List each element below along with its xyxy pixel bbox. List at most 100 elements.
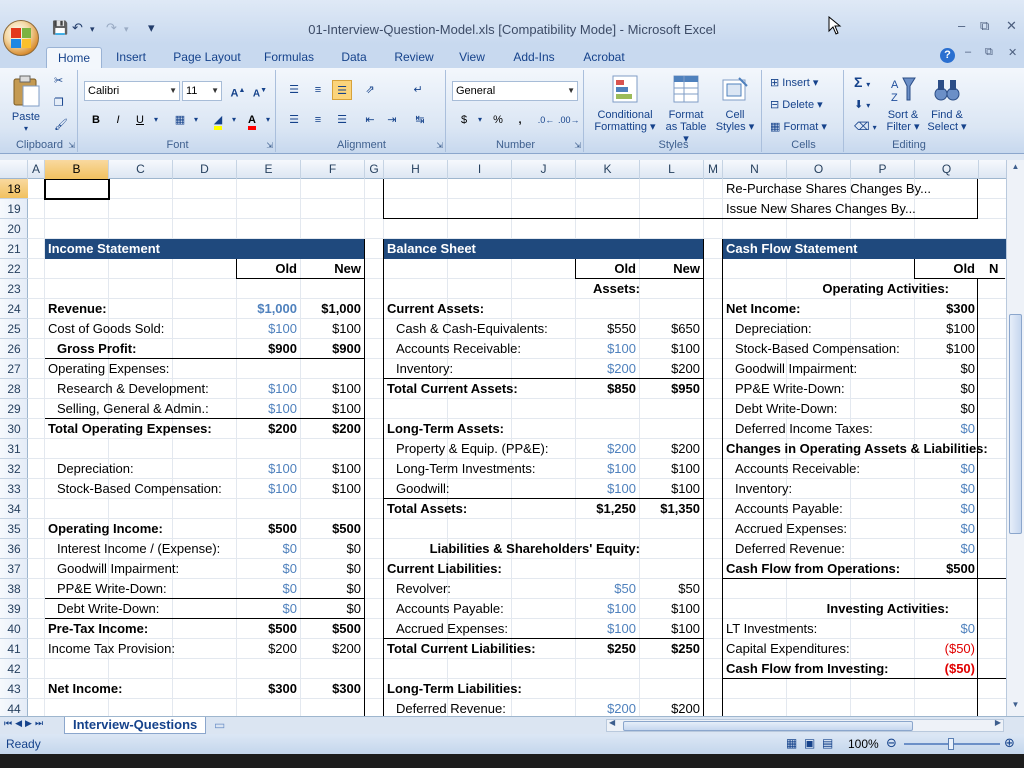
row-header-18[interactable]: 18 (0, 179, 28, 199)
zoom-in-icon[interactable]: ⊕ (1004, 735, 1015, 751)
bold-button[interactable]: B (86, 110, 106, 130)
ribbon-restore-button[interactable]: ⧉ (985, 46, 993, 59)
format-as-table-button[interactable]: Format as Table ▾ (662, 74, 710, 145)
minimize-button[interactable]: – (958, 18, 965, 33)
fill-button[interactable]: ⬇ ▾ (854, 98, 870, 111)
column-header-h[interactable]: H (384, 160, 448, 179)
row-header-42[interactable]: 42 (0, 659, 28, 679)
tab-add-ins[interactable]: Add-Ins (508, 47, 560, 68)
number-format-combo[interactable]: General ▼ (452, 81, 578, 101)
help-icon[interactable]: ? (940, 48, 955, 63)
row-header-19[interactable]: 19 (0, 199, 28, 219)
row-header-32[interactable]: 32 (0, 459, 28, 479)
row-header-39[interactable]: 39 (0, 599, 28, 619)
format-cells-button[interactable]: ▦ Format ▾ (770, 120, 827, 133)
row-header-40[interactable]: 40 (0, 619, 28, 639)
row-header-26[interactable]: 26 (0, 339, 28, 359)
row-header-29[interactable]: 29 (0, 399, 28, 419)
close-button[interactable]: ✕ (1006, 18, 1017, 34)
column-header-o[interactable]: O (787, 160, 851, 179)
zoom-out-icon[interactable]: ⊖ (886, 735, 897, 751)
tab-view[interactable]: View (454, 47, 490, 68)
zoom-slider-thumb[interactable] (948, 738, 954, 750)
tab-acrobat[interactable]: Acrobat (576, 47, 632, 68)
tab-data[interactable]: Data (334, 47, 374, 68)
zoom-level[interactable]: 100% (848, 737, 879, 751)
row-header-25[interactable]: 25 (0, 319, 28, 339)
cell-styles-button[interactable]: Cell Styles ▾ (712, 74, 758, 133)
row-header-20[interactable]: 20 (0, 219, 28, 239)
select-all-corner[interactable] (0, 160, 28, 179)
row-header-35[interactable]: 35 (0, 519, 28, 539)
column-header-l[interactable]: L (640, 160, 704, 179)
decrease-decimal-icon[interactable]: .00→ (558, 110, 580, 130)
autosum-button[interactable]: Σ ▾ (854, 74, 870, 90)
align-left-icon[interactable]: ☰ (284, 110, 304, 130)
font-name-combo[interactable]: Calibri ▼ (84, 81, 180, 101)
font-launcher-icon[interactable]: ⇲ (266, 141, 273, 150)
align-middle-icon[interactable]: ≡ (308, 80, 328, 100)
comma-button[interactable]: , (510, 110, 530, 130)
tab-page-layout[interactable]: Page Layout (168, 47, 246, 68)
column-header-e[interactable]: E (237, 160, 301, 179)
number-launcher-icon[interactable]: ⇲ (574, 141, 581, 150)
column-header-m[interactable]: M (704, 160, 723, 179)
align-right-icon[interactable]: ☰ (332, 110, 352, 130)
merge-center-icon[interactable]: ↹ (410, 110, 430, 130)
horizontal-scroll-thumb[interactable] (623, 721, 913, 731)
column-header-k[interactable]: K (576, 160, 640, 179)
wrap-text-icon[interactable]: ↵ (408, 80, 428, 100)
row-header-31[interactable]: 31 (0, 439, 28, 459)
conditional-formatting-button[interactable]: Conditional Formatting ▾ (592, 74, 658, 133)
row-header-24[interactable]: 24 (0, 299, 28, 319)
ribbon-minimize-button[interactable]: – (965, 46, 971, 58)
row-header-33[interactable]: 33 (0, 479, 28, 499)
sheet-tab-interview-questions[interactable]: Interview-Questions (64, 717, 207, 734)
align-top-icon[interactable]: ☰ (284, 80, 304, 100)
column-header-f[interactable]: F (301, 160, 365, 179)
clear-button[interactable]: ⌫ ▾ (854, 120, 877, 133)
copy-icon[interactable]: ❐ (54, 96, 64, 109)
increase-decimal-icon[interactable]: .0← (536, 110, 556, 130)
percent-button[interactable]: % (488, 110, 508, 130)
row-header-34[interactable]: 34 (0, 499, 28, 519)
font-color-dropdown-icon[interactable]: ▾ (258, 110, 278, 130)
sheet-nav-icons[interactable]: ⏮◀▶⏭ (4, 718, 46, 729)
column-header-q[interactable]: Q (915, 160, 979, 179)
borders-dropdown-icon[interactable]: ▾ (186, 110, 206, 130)
tab-formulas[interactable]: Formulas (258, 47, 320, 68)
page-layout-view-icon[interactable]: ▣ (804, 736, 815, 750)
sort-filter-button[interactable]: AZ Sort & Filter ▾ (882, 74, 924, 133)
column-header-i[interactable]: I (448, 160, 512, 179)
format-painter-icon[interactable]: 🖌 (54, 118, 68, 131)
column-header-c[interactable]: C (109, 160, 173, 179)
shrink-font-icon[interactable]: A▼ (250, 81, 270, 101)
column-header-n[interactable]: N (723, 160, 787, 179)
delete-cells-button[interactable]: ⊟ Delete ▾ (770, 98, 823, 111)
scroll-left-icon[interactable]: ◀ (609, 718, 615, 727)
vertical-scrollbar[interactable]: ▲ ▼ (1006, 160, 1024, 716)
italic-button[interactable]: I (108, 110, 128, 130)
tab-review[interactable]: Review (388, 47, 440, 68)
clipboard-launcher-icon[interactable]: ⇲ (68, 141, 75, 150)
row-header-23[interactable]: 23 (0, 279, 28, 299)
column-header-d[interactable]: D (173, 160, 237, 179)
tab-insert[interactable]: Insert (108, 47, 154, 68)
scroll-down-icon[interactable]: ▼ (1008, 700, 1023, 714)
column-header-p[interactable]: P (851, 160, 915, 179)
underline-dropdown-icon[interactable]: ▾ (146, 110, 166, 130)
row-header-21[interactable]: 21 (0, 239, 28, 259)
orientation-icon[interactable]: ⇗ (360, 80, 380, 100)
row-header-37[interactable]: 37 (0, 559, 28, 579)
font-size-combo[interactable]: 11 ▼ (182, 81, 222, 101)
worksheet-grid[interactable]: Re-Purchase Shares Changes By... Issue Ne… (28, 179, 1006, 716)
cut-icon[interactable]: ✂ (54, 74, 63, 87)
office-button[interactable] (3, 20, 39, 56)
fill-color-dropdown-icon[interactable]: ▾ (224, 110, 244, 130)
column-header-g[interactable]: G (365, 160, 384, 179)
scroll-up-icon[interactable]: ▲ (1008, 162, 1023, 176)
row-header-43[interactable]: 43 (0, 679, 28, 699)
horizontal-scrollbar[interactable]: ◀ ▶ (606, 718, 1004, 732)
alignment-launcher-icon[interactable]: ⇲ (436, 141, 443, 150)
row-header-41[interactable]: 41 (0, 639, 28, 659)
